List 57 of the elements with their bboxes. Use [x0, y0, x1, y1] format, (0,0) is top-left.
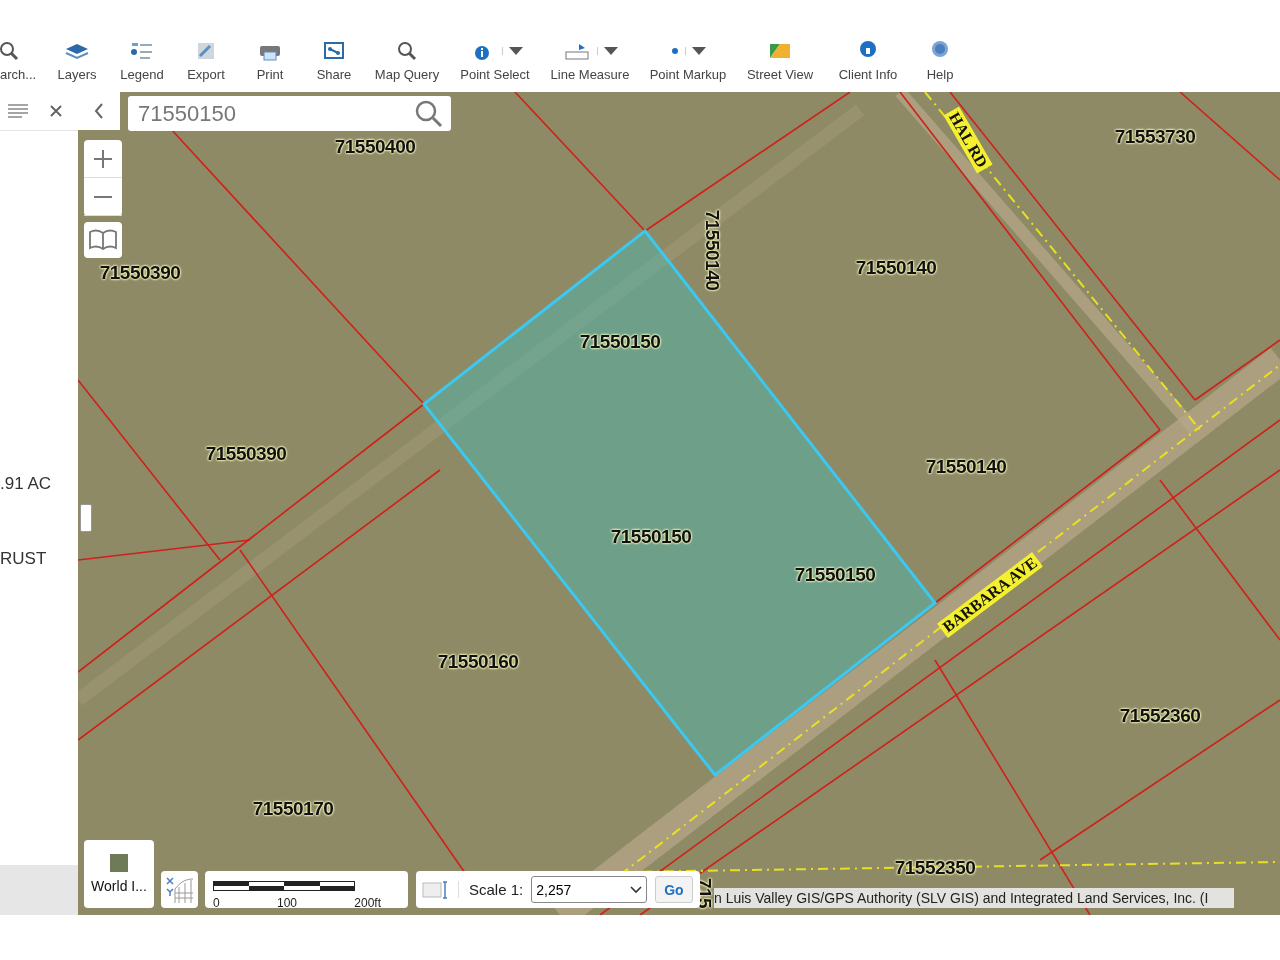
caret-icon[interactable] — [684, 47, 706, 55]
scale-bar-icon — [213, 881, 355, 891]
scale-ratio-icon[interactable] — [422, 879, 450, 900]
scale-tick-label: 100 — [276, 896, 297, 910]
toolbar-button[interactable]: Legend — [110, 38, 174, 86]
scale-select[interactable]: 2,257 — [531, 876, 648, 903]
parcel-label: 71550140 — [701, 209, 723, 291]
coordinates-button[interactable] — [161, 871, 198, 908]
parcel-label: 71552350 — [894, 857, 976, 879]
toolbar-button[interactable]: Line Measure — [542, 38, 638, 86]
toolbar-button[interactable]: Layers — [42, 38, 112, 86]
splitter-handle[interactable] — [80, 504, 92, 532]
search-icon — [0, 41, 19, 61]
plus-icon — [94, 149, 112, 168]
acreage-text: .91 AC — [0, 474, 52, 494]
parcel-label: 71550150 — [579, 331, 661, 353]
toolbar-button[interactable]: Help — [914, 38, 966, 86]
parcel-label: 71552360 — [1119, 705, 1201, 727]
toolbar-button[interactable]: Street View — [738, 38, 822, 86]
go-button[interactable]: Go — [655, 876, 693, 903]
toolbar-button[interactable]: Export — [174, 38, 238, 86]
basemap-button[interactable]: World I... — [84, 840, 154, 908]
toolbar-button[interactable]: Client Info — [822, 38, 914, 86]
parcel-label: 71550140 — [855, 257, 937, 279]
basemap-thumbnail — [110, 854, 128, 872]
scale-tick-label: 200ft — [354, 896, 381, 910]
parcel-label: 71550390 — [205, 443, 287, 465]
caret-icon[interactable] — [596, 47, 618, 55]
parcel-label: 71550170 — [252, 798, 334, 820]
parcel-label: 71553730 — [1114, 126, 1196, 148]
search-icon[interactable] — [415, 99, 443, 128]
toolbar-button[interactable]: arch... — [0, 38, 40, 86]
parcel-label: 71550160 — [437, 651, 519, 673]
parcel-label: 71550390 — [99, 262, 181, 284]
toolbar-button[interactable]: Point Markup — [640, 38, 736, 86]
scale-label: Scale 1: — [458, 881, 524, 898]
search-field[interactable]: 71550150 — [128, 96, 451, 131]
toolbar-button[interactable]: Print — [238, 38, 302, 86]
toolbar-button[interactable]: Point Select — [450, 38, 540, 86]
chevron-down-icon — [630, 885, 643, 894]
chevron-left-icon — [94, 103, 104, 119]
parcel-label: 71550150 — [610, 526, 692, 548]
book-icon — [89, 229, 117, 251]
attribution-text: n Luis Valley GIS/GPS Authority (SLV GIS) and Integrated Land Services, Inc. (I — [714, 888, 1234, 908]
menu-icon[interactable] — [8, 104, 28, 118]
aerial-map[interactable] — [78, 92, 1280, 915]
bookmark-button[interactable] — [84, 222, 122, 258]
xy-grid-icon — [164, 874, 195, 905]
owner-text: RUST — [0, 549, 47, 569]
close-icon[interactable] — [50, 105, 62, 117]
scale-tick-label: 0 — [213, 896, 220, 910]
parcel-label: 71550150 — [794, 564, 876, 586]
parcel-label: 71550400 — [334, 136, 416, 158]
parcel-label: 71550140 — [925, 456, 1007, 478]
point-icon — [670, 47, 679, 55]
caret-icon[interactable] — [501, 47, 523, 55]
minus-icon — [94, 195, 112, 198]
